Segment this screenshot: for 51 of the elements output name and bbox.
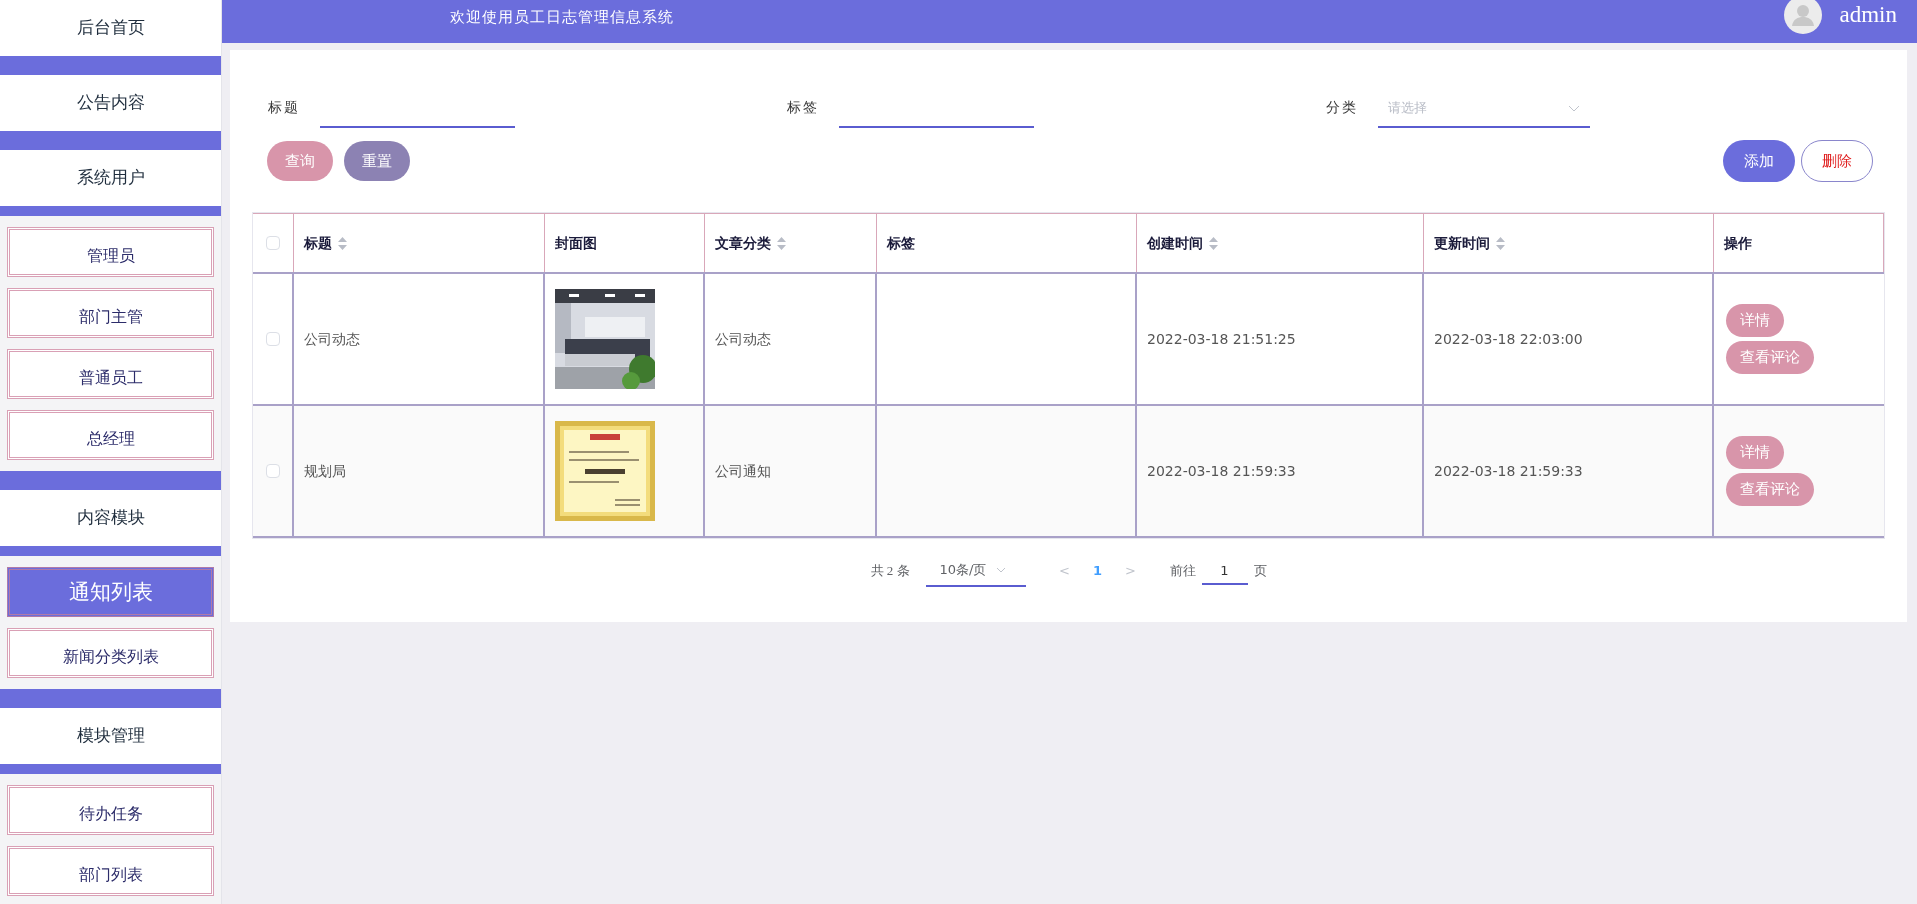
action-button[interactable]: 删除 xyxy=(1801,140,1873,182)
menu-item[interactable]: 新闻分类列表 xyxy=(7,628,214,678)
checkbox[interactable] xyxy=(265,332,280,346)
menu-item[interactable]: 总经理 xyxy=(7,410,214,460)
table-cell-text: 2022-03-18 21:51:25 xyxy=(1147,329,1296,349)
table-cell-text: 规划局 xyxy=(304,461,346,481)
checkbox[interactable] xyxy=(265,464,280,478)
goto-suffix: 页 xyxy=(1253,562,1267,581)
chevron-down-icon xyxy=(996,567,1007,573)
menu-group[interactable]: 系统用户 xyxy=(76,165,145,191)
table-cell-text: 公司动态 xyxy=(715,329,771,349)
sort-icon[interactable] xyxy=(1209,236,1218,250)
sort-icon[interactable] xyxy=(777,236,786,250)
column-header: 标签 xyxy=(887,233,915,253)
page-size-select[interactable]: 10条/页 xyxy=(925,555,1026,587)
table-cell-text: 2022-03-18 21:59:33 xyxy=(1434,461,1583,481)
column-header: 文章分类 xyxy=(715,233,771,253)
menu-item[interactable]: 通知列表 xyxy=(7,567,214,617)
filter-label: 分类 xyxy=(1326,99,1358,117)
table-cell-text: 公司动态 xyxy=(304,329,360,349)
menu-group[interactable]: 模块管理 xyxy=(76,723,145,749)
filter-label: 标题 xyxy=(268,99,300,117)
menu-item[interactable]: 部门列表 xyxy=(7,846,214,896)
table-cell-text: 公司通知 xyxy=(715,461,771,481)
chevron-down-icon xyxy=(1568,104,1580,112)
table-cell-text: 2022-03-18 21:59:33 xyxy=(1147,461,1296,481)
column-header: 操作 xyxy=(1724,233,1752,253)
column-header: 创建时间 xyxy=(1147,233,1203,253)
table-cell-text: 2022-03-18 22:03:00 xyxy=(1434,329,1583,349)
sort-icon[interactable] xyxy=(338,236,347,250)
menu-item[interactable]: 待办任务 xyxy=(7,785,214,835)
column-header: 更新时间 xyxy=(1434,233,1490,253)
column-header: 标题 xyxy=(304,233,332,253)
filter-label: 标签 xyxy=(787,99,819,117)
action-button[interactable]: 添加 xyxy=(1723,140,1795,182)
menu-item[interactable]: 部门主管 xyxy=(7,288,214,338)
system-title: 欢迎使用员工日志管理信息系统 xyxy=(450,8,674,27)
avatar-icon[interactable] xyxy=(1783,0,1822,34)
menu-group[interactable]: 公告内容 xyxy=(76,90,145,116)
menu-group[interactable]: 内容模块 xyxy=(76,505,145,531)
total-count: 共 2 条 xyxy=(870,562,910,581)
goto-label: 前往 xyxy=(1169,562,1196,581)
menu-group[interactable]: 后台首页 xyxy=(76,15,145,41)
sort-icon[interactable] xyxy=(1496,236,1505,250)
column-header: 封面图 xyxy=(555,233,597,253)
menu-item[interactable]: 管理员 xyxy=(7,227,214,277)
username[interactable]: admin xyxy=(1839,0,1897,33)
page-input[interactable]: 1 xyxy=(1201,557,1248,585)
checkbox[interactable] xyxy=(266,236,280,250)
filter-button[interactable]: 重置 xyxy=(344,141,410,181)
menu-item[interactable]: 普通员工 xyxy=(7,349,214,399)
